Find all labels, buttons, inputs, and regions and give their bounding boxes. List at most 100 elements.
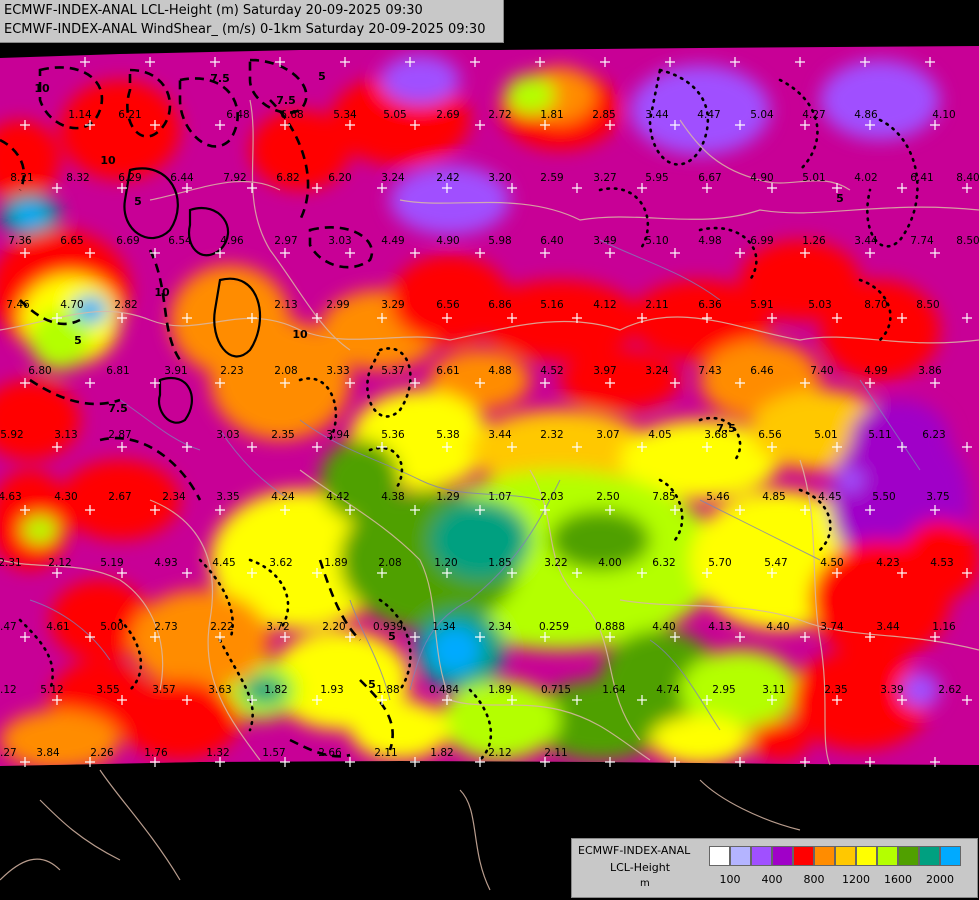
station-value: 3.39 xyxy=(880,684,903,696)
station-value: 6.56 xyxy=(436,299,460,311)
station-value: 4.05 xyxy=(648,429,671,441)
legend-variable: LCL-Height xyxy=(610,861,671,874)
field-blob xyxy=(320,440,400,520)
legend-tick-label: 2000 xyxy=(926,873,954,886)
station-value: 3.55 xyxy=(96,684,119,696)
legend-swatches xyxy=(709,846,961,866)
station-value: 7.74 xyxy=(910,235,934,247)
legend-unit: m xyxy=(640,878,650,889)
station-value: 4.00 xyxy=(598,557,621,569)
station-value: 5.46 xyxy=(706,491,730,503)
station-value: 8.40 xyxy=(956,172,979,184)
station-value: 2.97 xyxy=(274,235,297,247)
station-value: 1.29 xyxy=(436,491,459,503)
station-value: 5.00 xyxy=(100,621,123,633)
station-value: 6.81 xyxy=(106,365,129,377)
station-value: 8.50 xyxy=(956,235,979,247)
station-value: 5.50 xyxy=(872,491,895,503)
station-value: 0.484 xyxy=(429,684,459,696)
station-value: 1.82 xyxy=(264,684,287,696)
station-value: 2.67 xyxy=(108,491,131,503)
station-value: 8.32 xyxy=(66,172,89,184)
station-value: 4.47 xyxy=(697,109,720,121)
station-value: 4.70 xyxy=(60,299,83,311)
station-value: 1.81 xyxy=(540,109,563,121)
station-value: 4.30 xyxy=(54,491,77,503)
station-value: 3.47 xyxy=(0,621,17,633)
station-value: 2.66 xyxy=(318,747,342,759)
contour-label: 5 xyxy=(318,70,326,83)
contour-label: 10 xyxy=(292,328,308,341)
station-value: 4.10 xyxy=(932,109,955,121)
station-value: 3.24 xyxy=(381,172,405,184)
contour-label: 5 xyxy=(368,678,376,691)
station-value: 1.89 xyxy=(488,684,511,696)
legend-tick-label: 1600 xyxy=(884,873,912,886)
legend-tick-label: 800 xyxy=(803,873,825,886)
station-value: 2.59 xyxy=(540,172,563,184)
contour-label: 10 xyxy=(154,286,170,299)
station-value: 1.82 xyxy=(430,747,453,759)
station-value: 6.40 xyxy=(540,235,563,247)
station-value: 6.61 xyxy=(436,365,459,377)
station-value: 2.87 xyxy=(108,429,131,441)
station-value: 3.63 xyxy=(208,684,231,696)
station-value: 5.34 xyxy=(333,109,357,121)
station-value: 5.70 xyxy=(708,557,731,569)
station-value: 2.11 xyxy=(645,299,668,311)
station-value: 3.97 xyxy=(593,365,616,377)
station-value: 1.27 xyxy=(0,747,17,759)
station-value: 6.65 xyxy=(60,235,83,247)
station-value: 4.23 xyxy=(876,557,899,569)
title-line-lcl: ECMWF-INDEX-ANAL LCL-Height (m) Saturday… xyxy=(4,3,423,18)
station-value: 3.72 xyxy=(266,621,289,633)
field-blob xyxy=(22,516,58,544)
legend-swatch xyxy=(772,846,793,866)
station-value: 8.70 xyxy=(864,299,887,311)
station-value: 5.01 xyxy=(814,429,837,441)
station-value: 6.46 xyxy=(750,365,774,377)
station-value: 3.35 xyxy=(216,491,239,503)
field-blob xyxy=(12,203,48,227)
legend-swatch xyxy=(751,846,772,866)
station-value: 4.42 xyxy=(326,491,349,503)
contour-label: 7.5 xyxy=(276,94,296,107)
title-panel: ECMWF-INDEX-ANAL LCL-Height (m) Saturday… xyxy=(0,0,504,43)
station-value: 3.03 xyxy=(328,235,351,247)
station-value: 3.22 xyxy=(544,557,567,569)
legend-tick-label: 400 xyxy=(761,873,783,886)
station-value: 2.22 xyxy=(210,621,233,633)
station-value: 5.38 xyxy=(436,429,459,441)
station-value: 2.26 xyxy=(90,747,114,759)
station-value: 2.13 xyxy=(274,299,297,311)
station-value: 3.86 xyxy=(918,365,942,377)
station-value: 1.76 xyxy=(144,747,168,759)
station-value: 5.11 xyxy=(868,429,891,441)
station-value: 4.93 xyxy=(154,557,177,569)
legend-swatch xyxy=(856,846,877,866)
station-value: 0.715 xyxy=(541,684,571,696)
station-value: 2.99 xyxy=(326,299,349,311)
station-value: 2.11 xyxy=(544,747,567,759)
field-blob xyxy=(820,60,940,140)
station-value: 5.05 xyxy=(383,109,406,121)
station-value: 7.92 xyxy=(223,172,246,184)
station-value: 5.92 xyxy=(0,429,23,441)
station-value: 4.63 xyxy=(0,491,22,503)
station-value: 2.03 xyxy=(540,491,563,503)
station-value: 6.20 xyxy=(328,172,351,184)
station-value: 4.49 xyxy=(381,235,404,247)
station-value: 3.44 xyxy=(488,429,512,441)
station-value: 3.44 xyxy=(876,621,900,633)
station-value: 6.21 xyxy=(118,109,141,121)
station-value: 3.57 xyxy=(152,684,175,696)
station-value: 1.26 xyxy=(802,235,826,247)
field-blob xyxy=(750,720,810,760)
station-value: 5.01 xyxy=(802,172,825,184)
station-value: 7.46 xyxy=(6,299,30,311)
station-value: 5.47 xyxy=(764,557,787,569)
station-value: 3.11 xyxy=(762,684,785,696)
station-value: 2.73 xyxy=(154,621,177,633)
station-value: 4.61 xyxy=(46,621,69,633)
legend-swatch xyxy=(835,846,856,866)
